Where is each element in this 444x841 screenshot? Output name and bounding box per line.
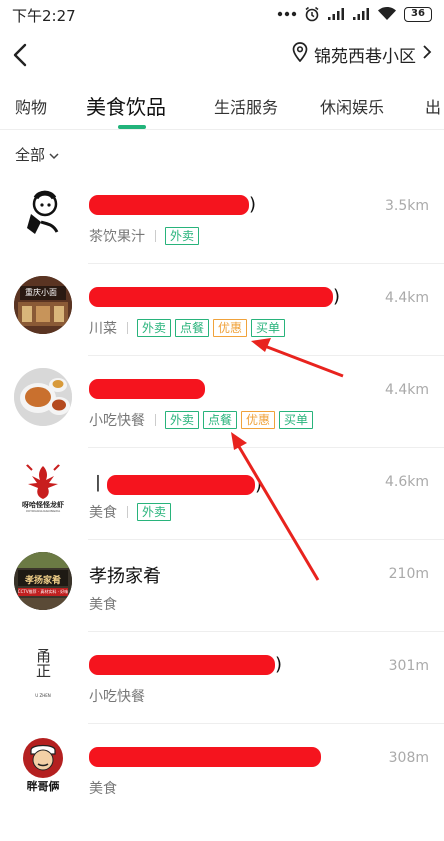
signal-icon-2 bbox=[352, 7, 370, 21]
shop-category: 茶饮果汁 bbox=[89, 229, 145, 245]
tab-food-drinks[interactable]: 美食饮品 bbox=[86, 91, 166, 120]
wifi-icon bbox=[377, 7, 397, 21]
tag-delivery: 外卖 bbox=[165, 227, 200, 245]
tab-shopping[interactable]: 购物 bbox=[15, 94, 47, 118]
redaction-mark bbox=[89, 747, 321, 767]
shop-name: 丨) bbox=[89, 474, 263, 495]
signal-icon bbox=[327, 7, 345, 21]
shop-distance: 210m bbox=[388, 566, 429, 582]
shop-logo-text: 甬正 bbox=[34, 648, 52, 678]
redaction-mark bbox=[89, 195, 249, 215]
redaction-mark bbox=[89, 655, 275, 675]
tag-pay: 买单 bbox=[279, 411, 314, 429]
shop-logo bbox=[14, 184, 72, 242]
tab-more[interactable]: 出 bbox=[425, 94, 441, 118]
shop-logo: 胖哥俩 bbox=[14, 736, 72, 794]
tag-order: 点餐 bbox=[203, 411, 238, 429]
shop-distance: 4.6km bbox=[384, 474, 429, 490]
redaction-mark bbox=[107, 475, 255, 495]
tag-discount: 优惠 bbox=[213, 319, 248, 337]
shop-meta: 美食 bbox=[89, 594, 117, 614]
shop-logo: 重庆小面 bbox=[14, 276, 72, 334]
shop-name bbox=[89, 746, 321, 772]
status-time: 下午2:27 bbox=[12, 7, 76, 25]
nav-bar: 锦苑西巷小区 bbox=[0, 30, 444, 80]
shop-category: 小吃快餐 bbox=[89, 413, 145, 429]
list-item[interactable]: 呀哈怪怪龙虾 XUYOUAIGUAILONGXIA 丨) 4.6km 美食 外卖 bbox=[0, 448, 444, 540]
tag-delivery: 外卖 bbox=[137, 503, 172, 521]
shop-logo: 呀哈怪怪龙虾 XUYOUAIGUAILONGXIA bbox=[14, 460, 72, 518]
tag-delivery: 外卖 bbox=[165, 411, 200, 429]
filter-dropdown[interactable]: 全部 bbox=[15, 144, 59, 165]
list-item[interactable]: 甬正 U ZHEN ) 301m 小吃快餐 bbox=[0, 632, 444, 724]
redaction-mark bbox=[89, 379, 205, 399]
tag-pay: 买单 bbox=[251, 319, 286, 337]
shop-name: ) bbox=[89, 194, 256, 220]
location-pin-icon bbox=[292, 42, 308, 67]
list-item[interactable]: 4.4km 小吃快餐 外卖 点餐 优惠 买单 bbox=[0, 356, 444, 448]
status-bar: 下午2:27 36 bbox=[0, 0, 444, 28]
list-item[interactable]: 孝扬家肴 CCTV推荐 · 真材实料 · 好味 孝扬家肴 210m 美食 bbox=[0, 540, 444, 632]
shop-distance: 308m bbox=[388, 750, 429, 766]
list-item[interactable]: 重庆小面 ) 4.4km 川菜 外卖 点餐 优惠 买单 bbox=[0, 264, 444, 356]
shop-name bbox=[89, 378, 205, 404]
shop-meta: 小吃快餐 外卖 点餐 优惠 买单 bbox=[89, 410, 317, 430]
shop-logo-text: 重庆小面 bbox=[25, 288, 57, 297]
tab-life-services[interactable]: 生活服务 bbox=[214, 94, 278, 118]
shop-name: ) bbox=[89, 654, 282, 680]
location-label: 锦苑西巷小区 bbox=[314, 47, 416, 67]
shop-logo: 甬正 U ZHEN bbox=[14, 644, 72, 702]
shop-distance: 301m bbox=[388, 658, 429, 674]
shop-meta: 美食 外卖 bbox=[89, 502, 175, 522]
filter-label: 全部 bbox=[15, 146, 46, 164]
shop-meta: 茶饮果汁 外卖 bbox=[89, 226, 203, 246]
back-arrow-icon[interactable] bbox=[8, 40, 36, 70]
shop-category: 美食 bbox=[89, 505, 117, 521]
battery-icon: 36 bbox=[404, 6, 432, 22]
tab-leisure[interactable]: 休闲娱乐 bbox=[320, 94, 384, 118]
list-item[interactable]: ) 3.5km 茶饮果汁 外卖 bbox=[0, 172, 444, 264]
more-dots-icon bbox=[277, 11, 297, 17]
shop-meta: 川菜 外卖 点餐 优惠 买单 bbox=[89, 318, 289, 338]
shop-category: 美食 bbox=[89, 781, 117, 797]
location-selector[interactable]: 锦苑西巷小区 bbox=[292, 42, 432, 67]
shop-distance: 4.4km bbox=[384, 382, 429, 398]
shop-meta: 美食 bbox=[89, 778, 117, 798]
shop-category: 川菜 bbox=[89, 321, 117, 337]
tag-order: 点餐 bbox=[175, 319, 210, 337]
alarm-icon bbox=[304, 6, 320, 22]
shop-logo-subtext: U ZHEN bbox=[35, 693, 51, 698]
shop-meta: 小吃快餐 bbox=[89, 686, 145, 706]
list-item[interactable]: 胖哥俩 308m 美食 bbox=[0, 724, 444, 816]
shop-name: ) bbox=[89, 286, 340, 312]
shop-distance: 3.5km bbox=[384, 198, 429, 214]
shop-logo-text: 胖哥俩 bbox=[26, 780, 60, 793]
shop-logo-subtext: CCTV推荐 · 真材实料 · 好味 bbox=[17, 589, 69, 594]
shop-logo bbox=[14, 368, 72, 426]
shop-logo: 孝扬家肴 CCTV推荐 · 真材实料 · 好味 bbox=[14, 552, 72, 610]
chevron-right-icon bbox=[422, 44, 432, 65]
shop-logo-subtext: XUYOUAIGUAILONGXIA bbox=[25, 509, 61, 513]
redaction-mark bbox=[89, 287, 333, 307]
tag-discount: 优惠 bbox=[241, 411, 276, 429]
shop-logo-text: 孝扬家肴 bbox=[24, 576, 61, 586]
category-tabs: 购物 美食饮品 生活服务 休闲娱乐 出 bbox=[0, 82, 444, 130]
shop-name: 孝扬家肴 bbox=[89, 566, 161, 587]
tag-delivery: 外卖 bbox=[137, 319, 172, 337]
chevron-down-icon bbox=[49, 146, 59, 164]
shop-category: 小吃快餐 bbox=[89, 689, 145, 705]
status-icons: 36 bbox=[277, 6, 432, 22]
tab-active-indicator bbox=[118, 125, 146, 129]
shop-category: 美食 bbox=[89, 597, 117, 613]
shop-distance: 4.4km bbox=[384, 290, 429, 306]
